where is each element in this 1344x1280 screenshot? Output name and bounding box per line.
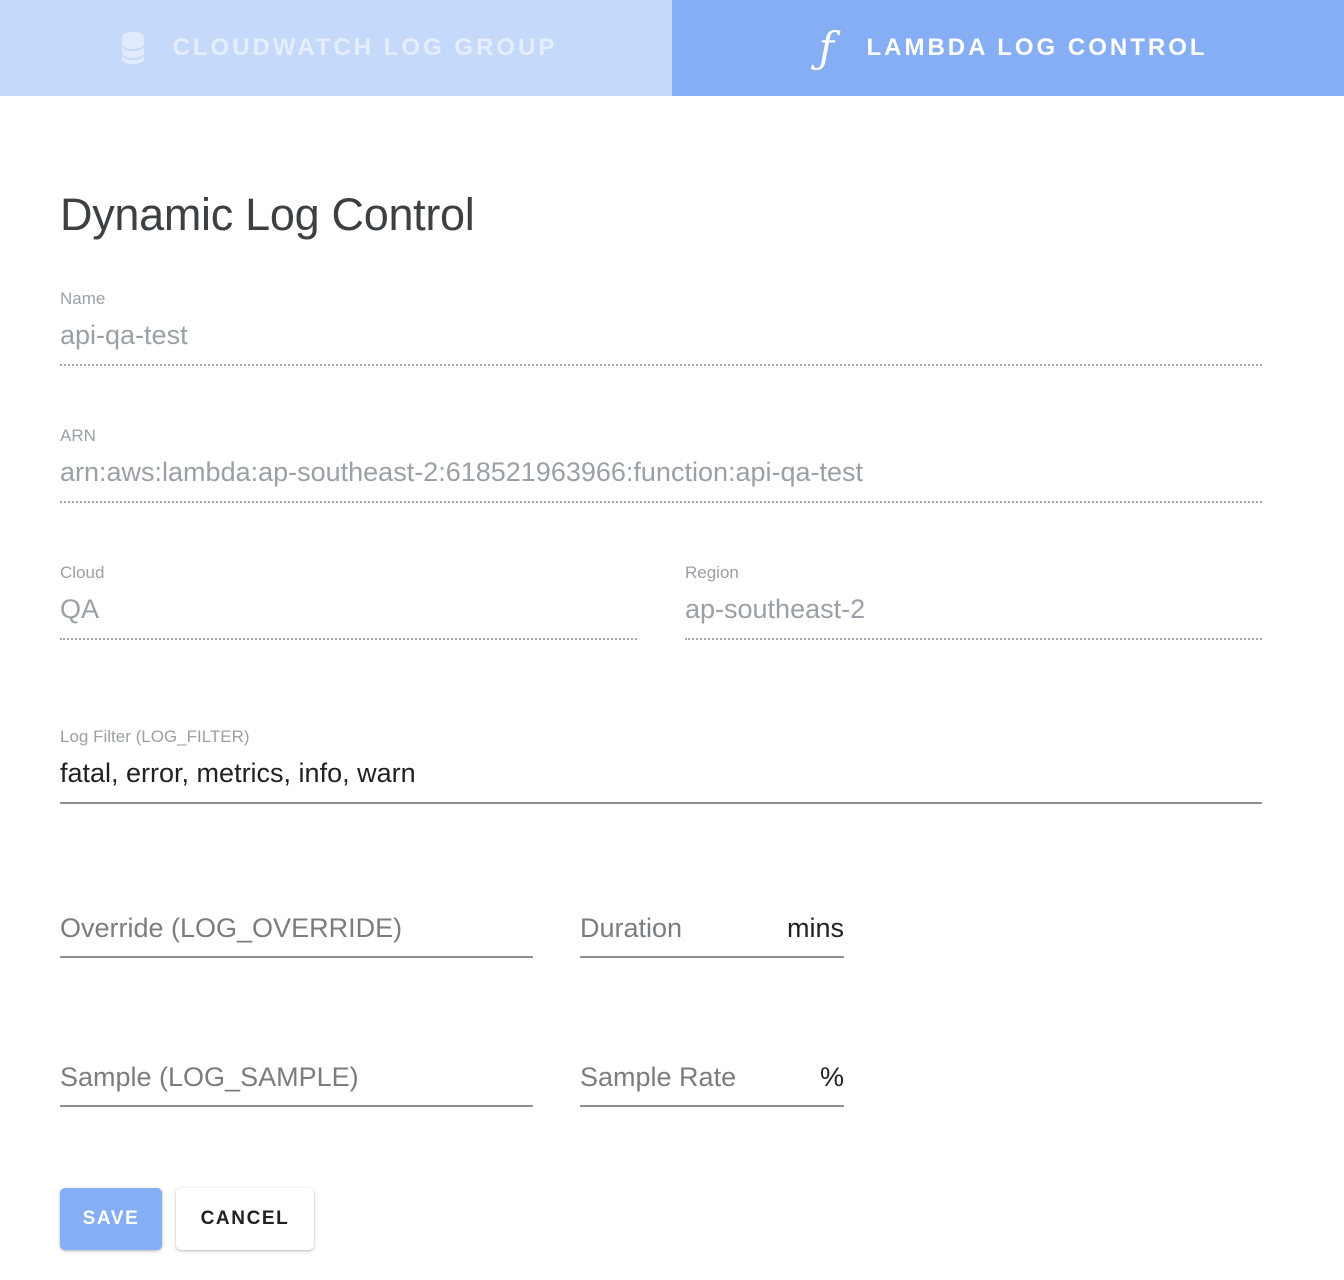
- field-placeholder-sample-rate: Sample Rate: [580, 1062, 737, 1092]
- field-label-arn: ARN: [60, 426, 96, 445]
- field-suffix-sample-rate: %: [819, 1062, 844, 1092]
- tab-label-cloudwatch: CloudWatch Log Group: [172, 34, 558, 61]
- field-cloud[interactable]: Cloud QA: [60, 563, 637, 640]
- field-underline-log-filter: [60, 802, 1262, 804]
- log-control-form: Name api-qa-test ARN arn:aws:lambda:ap-s…: [60, 289, 1284, 1280]
- field-duration[interactable]: Duration mins: [580, 909, 844, 958]
- field-log-filter[interactable]: Log Filter (LOG_FILTER) fatal, error, me…: [60, 727, 1262, 804]
- field-placeholder-duration: Duration: [580, 913, 683, 943]
- field-sample[interactable]: Sample (LOG_SAMPLE): [60, 1058, 533, 1107]
- cancel-button[interactable]: Cancel: [176, 1188, 314, 1250]
- function-f-glyph: ƒ: [818, 23, 835, 72]
- field-value-arn: arn:aws:lambda:ap-southeast-2:6185219639…: [60, 457, 864, 487]
- field-override[interactable]: Override (LOG_OVERRIDE): [60, 909, 533, 958]
- field-value-name: api-qa-test: [60, 320, 188, 350]
- field-underline-sample-rate: [580, 1105, 844, 1107]
- field-underline-region: [685, 638, 1262, 640]
- field-sample-rate[interactable]: Sample Rate %: [580, 1058, 844, 1107]
- page-body: Dynamic Log Control Name api-qa-test ARN…: [0, 96, 1344, 1280]
- field-value-log-filter: fatal, error, metrics, info, warn: [60, 758, 416, 788]
- field-underline-override: [60, 956, 533, 958]
- field-underline-cloud: [60, 638, 637, 640]
- database-icon: [115, 28, 151, 68]
- override-duration-row: Override (LOG_OVERRIDE) Duration mins: [60, 909, 1284, 958]
- sample-rate-row: Sample (LOG_SAMPLE) Sample Rate %: [60, 1058, 1284, 1107]
- tab-label-lambda: Lambda Log Control: [866, 34, 1208, 61]
- field-value-cloud: QA: [60, 594, 100, 624]
- field-underline-sample: [60, 1105, 533, 1107]
- field-label-name: Name: [60, 289, 106, 308]
- field-label-cloud: Cloud: [60, 563, 105, 582]
- field-value-region: ap-southeast-2: [685, 594, 866, 624]
- page-title: Dynamic Log Control: [60, 189, 475, 240]
- field-label-log-filter: Log Filter (LOG_FILTER): [60, 727, 250, 746]
- field-suffix-duration: mins: [786, 913, 844, 943]
- field-label-region: Region: [685, 563, 739, 582]
- field-placeholder-override: Override (LOG_OVERRIDE): [60, 913, 403, 943]
- field-region[interactable]: Region ap-southeast-2: [685, 563, 1262, 640]
- field-name[interactable]: Name api-qa-test: [60, 289, 1262, 366]
- tab-lambda-log-control[interactable]: ƒ Lambda Log Control: [672, 0, 1344, 96]
- field-underline-name: [60, 364, 1262, 366]
- field-arn[interactable]: ARN arn:aws:lambda:ap-southeast-2:618521…: [60, 426, 1262, 503]
- field-underline-arn: [60, 501, 1262, 503]
- lambda-function-icon: ƒ: [808, 23, 844, 72]
- field-placeholder-sample: Sample (LOG_SAMPLE): [60, 1062, 359, 1092]
- tab-cloudwatch-log-group[interactable]: CloudWatch Log Group: [0, 0, 672, 96]
- form-actions: Save Cancel: [60, 1188, 1284, 1280]
- tab-bar: CloudWatch Log Group ƒ Lambda Log Contro…: [0, 0, 1344, 96]
- save-button[interactable]: Save: [60, 1188, 162, 1250]
- field-underline-duration: [580, 956, 844, 958]
- cloud-region-row: Cloud QA Region ap-southeast-2: [60, 563, 1284, 640]
